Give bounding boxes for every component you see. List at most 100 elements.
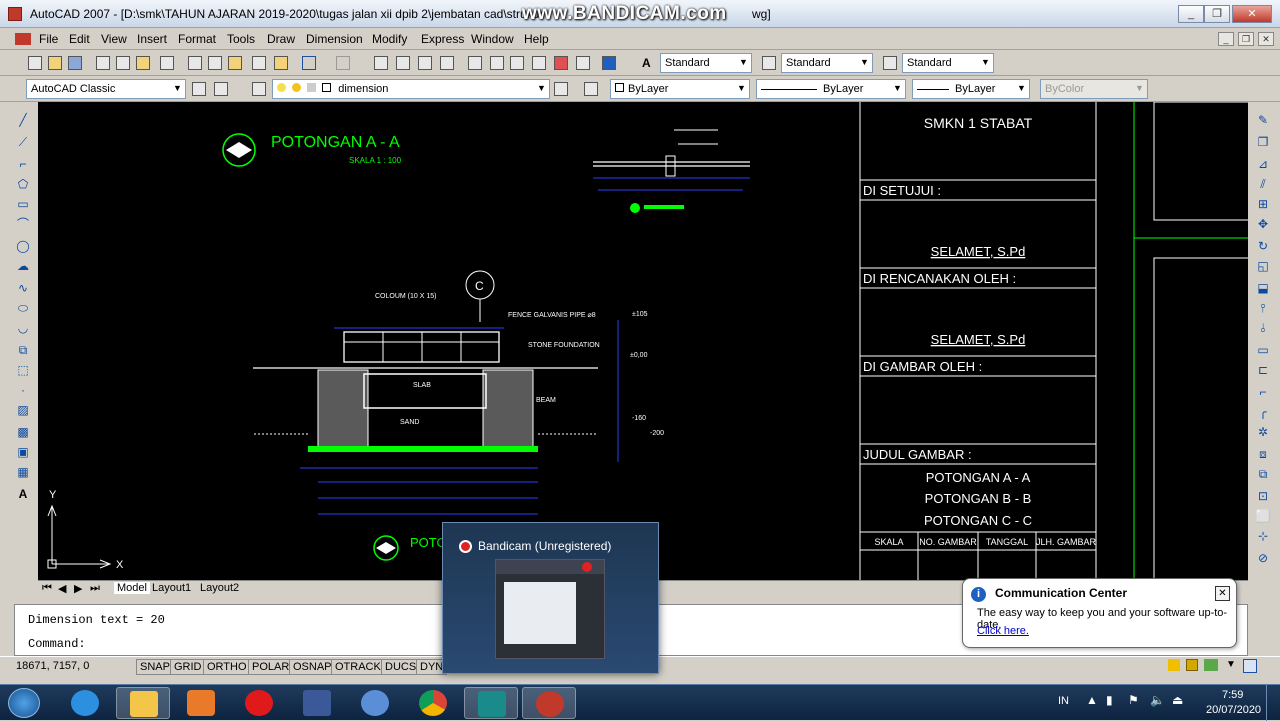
design-center-icon[interactable] xyxy=(488,54,506,72)
mdi-restore-button[interactable]: ❐ xyxy=(1238,32,1254,46)
restore-button[interactable]: ❐ xyxy=(1204,5,1230,23)
clock-date[interactable]: 20/07/2020 xyxy=(1206,704,1261,716)
status-menu-icon[interactable]: ▼ xyxy=(1226,659,1236,670)
object-snap-icon[interactable]: ⧈ xyxy=(1255,446,1271,462)
tab-last-icon[interactable]: ⏭ xyxy=(90,582,100,595)
copy-object-icon[interactable]: ❐ xyxy=(1255,134,1271,150)
plot-preview-icon[interactable] xyxy=(114,54,132,72)
insert-block-icon[interactable]: ⧉ xyxy=(15,342,31,358)
ortho-toggle[interactable]: ORTHO xyxy=(203,659,251,675)
spline-icon[interactable]: ∿ xyxy=(15,280,31,296)
undo-icon[interactable] xyxy=(300,54,318,72)
revision-cloud-icon[interactable]: ☁ xyxy=(15,258,31,274)
tab-layout2[interactable]: Layout2 xyxy=(200,582,239,594)
language-indicator[interactable]: IN xyxy=(1058,695,1069,707)
none-snap-icon[interactable]: ⊘ xyxy=(1255,550,1271,566)
coordinates-readout[interactable]: 18671, 7157, 0 xyxy=(16,660,89,672)
erase-icon[interactable]: ✎ xyxy=(1255,112,1271,128)
point-filter-icon[interactable]: ⬜ xyxy=(1255,508,1271,524)
network-icon[interactable]: ▮ xyxy=(1106,693,1113,707)
bandicam-thumbnail[interactable] xyxy=(495,559,605,659)
action-center-icon[interactable]: ⚑ xyxy=(1128,693,1139,707)
multiline-text-icon[interactable]: A xyxy=(15,486,31,502)
save-workspace-icon[interactable] xyxy=(212,80,230,98)
clock-time[interactable]: 7:59 xyxy=(1222,689,1243,701)
tab-layout1[interactable]: Layout1 xyxy=(152,582,191,594)
tool-palettes-icon[interactable] xyxy=(508,54,526,72)
osnap-toggle[interactable]: OSNAP xyxy=(289,659,336,675)
menu-view[interactable]: View xyxy=(101,32,127,46)
menu-file[interactable]: File xyxy=(39,32,58,46)
otrack-toggle[interactable]: OTRACK xyxy=(331,659,385,675)
chamfer-icon[interactable]: ⌐ xyxy=(1255,384,1271,400)
table-icon[interactable]: ▦ xyxy=(15,464,31,480)
opera-taskbar-icon[interactable] xyxy=(232,687,286,719)
mdi-close-button[interactable]: ✕ xyxy=(1258,32,1274,46)
mirror-icon[interactable]: ⊿ xyxy=(1255,156,1271,172)
layer-select[interactable]: dimension ▼ xyxy=(272,79,550,99)
start-button[interactable] xyxy=(8,688,40,718)
etransmit-icon[interactable] xyxy=(158,54,176,72)
tab-prev-icon[interactable]: ◀ xyxy=(58,582,66,595)
close-button[interactable]: ✕ xyxy=(1232,5,1272,23)
menu-dimension[interactable]: Dimension xyxy=(306,32,363,46)
move-icon[interactable]: ✥ xyxy=(1255,216,1271,232)
linetype-select[interactable]: ByLayer ▼ xyxy=(756,79,906,99)
snap-toggle[interactable]: SNAP xyxy=(136,659,174,675)
tab-first-icon[interactable]: ⏮ xyxy=(42,582,52,595)
construction-line-icon[interactable]: ⟋ xyxy=(15,134,31,150)
menu-window[interactable]: Window xyxy=(471,32,514,46)
array-icon[interactable]: ⊞ xyxy=(1255,196,1271,212)
menu-express[interactable]: Express xyxy=(421,32,464,46)
bandicam-preview-popup[interactable]: Bandicam (Unregistered) xyxy=(442,522,659,674)
dim-style-select[interactable]: Standard ▼ xyxy=(781,53,873,73)
save-icon[interactable] xyxy=(66,54,84,72)
plot-icon[interactable] xyxy=(94,54,112,72)
color-select[interactable]: ByLayer ▼ xyxy=(610,79,750,99)
ellipse-arc-icon[interactable]: ◡ xyxy=(15,320,31,336)
menu-help[interactable]: Help xyxy=(524,32,549,46)
region-icon[interactable]: ▣ xyxy=(15,444,31,460)
make-block-icon[interactable]: ⬚ xyxy=(15,362,31,378)
bandicam-taskbar-icon[interactable] xyxy=(522,687,576,719)
menu-draw[interactable]: Draw xyxy=(267,32,295,46)
pan-icon[interactable] xyxy=(372,54,390,72)
gradient-icon[interactable]: ▩ xyxy=(15,424,31,440)
usb-icon[interactable]: ⏏ xyxy=(1172,693,1183,707)
markup-icon[interactable] xyxy=(552,54,570,72)
zoom-window-icon[interactable] xyxy=(416,54,434,72)
lineweight-select[interactable]: ByLayer ▼ xyxy=(912,79,1030,99)
match-properties-icon[interactable] xyxy=(250,54,268,72)
trim-icon[interactable]: ⫯ xyxy=(1255,300,1271,316)
properties-icon[interactable] xyxy=(466,54,484,72)
rotate-icon[interactable]: ↻ xyxy=(1255,238,1271,254)
media-player-taskbar-icon[interactable] xyxy=(174,687,228,719)
mdi-minimize-button[interactable]: _ xyxy=(1218,32,1234,46)
cut-icon[interactable] xyxy=(186,54,204,72)
command-prompt[interactable]: Command: xyxy=(28,637,86,651)
layer-manager-icon[interactable] xyxy=(250,80,268,98)
offset-icon[interactable]: ⫽ xyxy=(1255,176,1271,192)
join-icon[interactable]: ⊏ xyxy=(1255,362,1271,378)
zoom-previous-icon[interactable] xyxy=(438,54,456,72)
menu-format[interactable]: Format xyxy=(178,32,216,46)
ie-taskbar-icon[interactable] xyxy=(58,687,112,719)
grid-toggle[interactable]: GRID xyxy=(170,659,206,675)
line-icon[interactable]: ╱ xyxy=(15,112,31,128)
zoom-realtime-icon[interactable] xyxy=(394,54,412,72)
chrome-taskbar-icon[interactable] xyxy=(406,687,460,719)
balloon-link[interactable]: Click here. xyxy=(977,625,1029,637)
fillet-icon[interactable]: ╭ xyxy=(1255,404,1271,420)
workspace-select[interactable]: AutoCAD Classic ▼ xyxy=(26,79,186,99)
block-editor-icon[interactable] xyxy=(272,54,290,72)
workspace-settings-icon[interactable] xyxy=(190,80,208,98)
new-icon[interactable] xyxy=(26,54,44,72)
plotstyle-select[interactable]: ByColor ▼ xyxy=(1040,79,1148,99)
tab-next-icon[interactable]: ▶ xyxy=(74,582,82,595)
break-icon[interactable]: ▭ xyxy=(1255,342,1271,358)
polygon-icon[interactable]: ⬠ xyxy=(15,176,31,192)
circle-icon[interactable]: ◯ xyxy=(15,238,31,254)
explode-icon[interactable]: ✲ xyxy=(1255,424,1271,440)
chromium-taskbar-icon[interactable] xyxy=(348,687,402,719)
menu-tools[interactable]: Tools xyxy=(227,32,255,46)
